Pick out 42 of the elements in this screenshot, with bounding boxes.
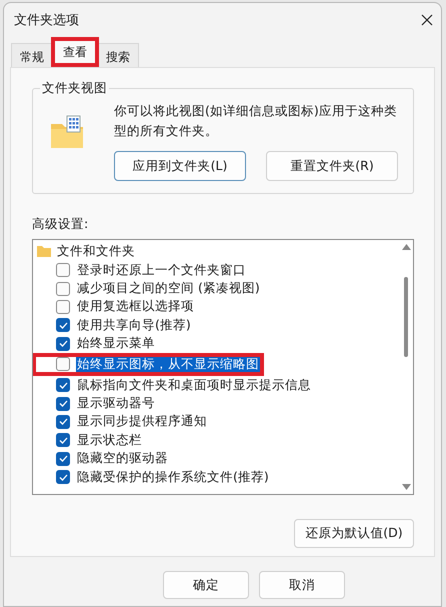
button[interactable]: 取消 xyxy=(259,571,345,599)
button[interactable]: 应用到文件夹(L) xyxy=(114,151,246,181)
setting-label[interactable]: 使用复选框以选择项 xyxy=(76,297,195,316)
checkbox[interactable] xyxy=(56,357,70,372)
setting-label[interactable]: 显示同步提供程序通知 xyxy=(76,412,208,432)
setting-label[interactable]: 显示驱动器号 xyxy=(76,394,156,414)
description-text: 你可以将此视图(如详细信息或图标)应用于这种类型的所有文件夹。 xyxy=(114,102,398,140)
setting-label[interactable]: 使用共享向导(推荐) xyxy=(76,316,192,335)
setting-label[interactable]: 显示状态栏 xyxy=(76,430,143,450)
tab[interactable]: 查看 xyxy=(51,37,99,67)
checkbox[interactable] xyxy=(56,452,70,466)
button[interactable]: 确定 xyxy=(163,571,249,599)
checkbox[interactable] xyxy=(56,263,70,278)
setting-label[interactable]: 隐藏受保护的操作系统文件(推荐) xyxy=(76,468,270,487)
tab[interactable]: 搜索 xyxy=(97,43,139,67)
tree-group-label: 文件和文件夹 xyxy=(57,243,135,260)
scroll-up-icon xyxy=(402,244,410,250)
folder-icon xyxy=(50,115,84,149)
folder-icon xyxy=(37,246,51,257)
checkbox[interactable] xyxy=(56,300,70,314)
checkbox[interactable] xyxy=(56,396,70,411)
group-title: 文件夹视图 xyxy=(40,80,109,97)
setting-label[interactable]: 减少项目之间的空间 (紧凑视图) xyxy=(76,279,261,298)
checkbox[interactable] xyxy=(56,282,70,296)
checkbox[interactable] xyxy=(56,470,70,484)
setting-label[interactable]: 登录时还原上一个文件夹窗口 xyxy=(76,260,247,280)
checkbox[interactable] xyxy=(56,414,70,429)
checkbox[interactable] xyxy=(56,433,70,448)
setting-label[interactable]: 隐藏空的驱动器 xyxy=(76,449,169,468)
setting-label[interactable]: 始终显示菜单 xyxy=(76,334,156,354)
tab[interactable]: 常规 xyxy=(11,43,53,67)
setting-label[interactable]: 鼠标指向文件夹和桌面项时显示提示信息 xyxy=(76,376,312,395)
checkbox[interactable] xyxy=(56,318,70,332)
restore-defaults-button[interactable]: 还原为默认值(D) xyxy=(294,519,414,548)
section-label: 高级设置: xyxy=(32,216,90,233)
close-icon[interactable] xyxy=(421,14,433,26)
scrollbar-thumb[interactable] xyxy=(404,277,408,357)
checkbox[interactable] xyxy=(56,336,70,351)
button[interactable]: 重置文件夹(R) xyxy=(266,151,398,181)
window-title: 文件夹选项 xyxy=(14,12,79,29)
scroll-down-icon xyxy=(402,484,410,490)
checkbox[interactable] xyxy=(56,378,70,392)
